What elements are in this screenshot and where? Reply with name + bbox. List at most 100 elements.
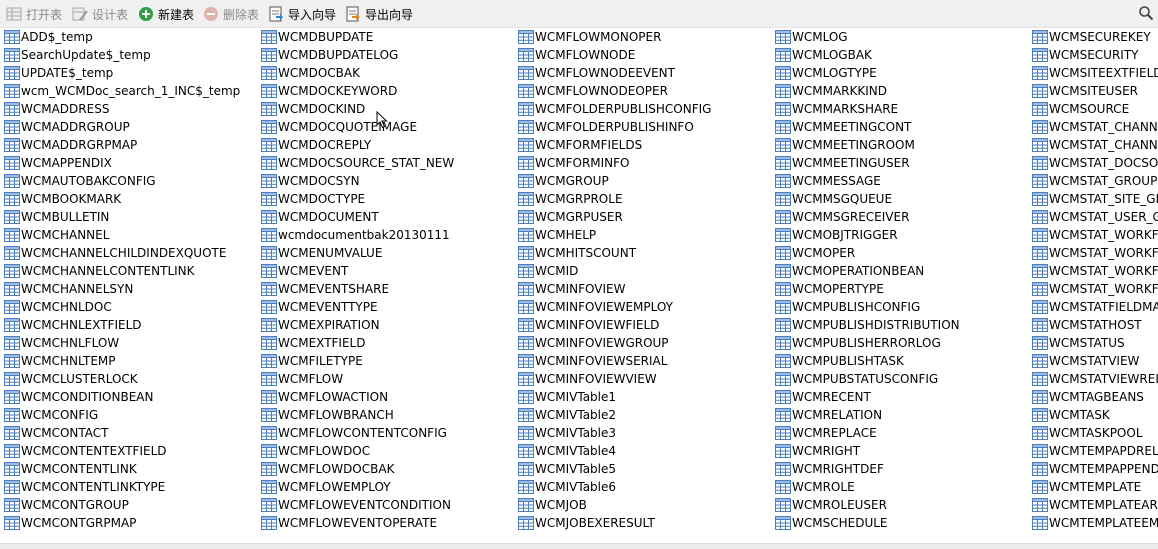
table-list-item[interactable]: WCMPUBLISHDISTRIBUTION — [771, 316, 960, 334]
design-table-button[interactable]: 设计表 — [72, 5, 128, 23]
table-list-item[interactable]: WCMCONTENTLINKTYPE — [0, 478, 165, 496]
table-list-item[interactable]: WCMENUMVALUE — [257, 244, 382, 262]
table-list-item[interactable]: WCMCHANNELCHILDINDEXQUOTE — [0, 244, 226, 262]
table-list-item[interactable]: WCMPUBSTATUSCONFIG — [771, 370, 938, 388]
table-list-item[interactable]: WCMINFOVIEWGROUP — [514, 334, 669, 352]
table-list-item[interactable]: WCMAUTOBAKCONFIG — [0, 172, 156, 190]
table-list-item[interactable]: wcm_WCMDoc_search_1_INC$_temp — [0, 82, 240, 100]
table-list-item[interactable]: WCMSTAT_CHANN — [1028, 118, 1158, 136]
table-list-item[interactable]: WCMMSGRECEIVER — [771, 208, 909, 226]
table-list-item[interactable]: WCMEXTFIELD — [257, 334, 365, 352]
table-list-item[interactable]: WCMDOCSOURCE_STAT_NEW — [257, 154, 454, 172]
table-list-item[interactable]: WCMMEETINGROOM — [771, 136, 915, 154]
table-list-item[interactable]: WCMSITEEXTFIELD — [1028, 64, 1158, 82]
table-list-item[interactable]: WCMDOCTYPE — [257, 190, 365, 208]
table-list-item[interactable]: WCMFLOW — [257, 370, 343, 388]
table-list-item[interactable]: WCMCONTGROUP — [0, 496, 129, 514]
table-list-item[interactable]: WCMFORMINFO — [514, 154, 630, 172]
table-list-item[interactable]: WCMCONTENTEXTFIELD — [0, 442, 167, 460]
table-list-item[interactable]: WCMCHNLTEMP — [0, 352, 116, 370]
table-list-item[interactable]: WCMLOG — [771, 28, 848, 46]
table-list-item[interactable]: WCMTASK — [1028, 406, 1110, 424]
table-list-item[interactable]: WCMSOURCE — [1028, 100, 1129, 118]
table-list-item[interactable]: WCMIVTable4 — [514, 442, 616, 460]
table-list-item[interactable]: WCMIVTable2 — [514, 406, 616, 424]
table-list-item[interactable]: WCMJOB — [514, 496, 587, 514]
table-list-item[interactable]: WCMROLEUSER — [771, 496, 887, 514]
table-list-item[interactable]: WCMEXPIRATION — [257, 316, 380, 334]
table-list-item[interactable]: WCMDOCUMENT — [257, 208, 379, 226]
table-list-item[interactable]: WCMFLOWNODEOPER — [514, 82, 668, 100]
table-list-item[interactable]: WCMTEMPLATEEM — [1028, 514, 1158, 532]
table-list-item[interactable]: WCMMESSAGE — [771, 172, 881, 190]
table-list-item[interactable]: WCMOPER — [771, 244, 855, 262]
table-list-item[interactable]: WCMMARKKIND — [771, 82, 887, 100]
table-list-item[interactable]: WCMINFOVIEWSERIAL — [514, 352, 667, 370]
table-list-item[interactable]: WCMHITSCOUNT — [514, 244, 636, 262]
table-list-item[interactable]: WCMJOBEXERESULT — [514, 514, 655, 532]
table-list-item[interactable]: WCMTAGBEANS — [1028, 388, 1144, 406]
table-list-item[interactable]: WCMSTAT_WORKF — [1028, 280, 1158, 298]
table-list-item[interactable]: WCMINFOVIEWEMPLOY — [514, 298, 673, 316]
table-list-item[interactable]: WCMDBUPDATELOG — [257, 46, 398, 64]
table-list-item[interactable]: WCMDOCKIND — [257, 100, 365, 118]
table-list-item[interactable]: WCMGRPROLE — [514, 190, 623, 208]
table-list-item[interactable]: WCMCHNLDOC — [0, 298, 112, 316]
table-list-item[interactable]: WCMSTAT_WORKF — [1028, 262, 1158, 280]
new-table-button[interactable]: 新建表 — [138, 5, 194, 23]
table-list-item[interactable]: WCMMSGQUEUE — [771, 190, 892, 208]
table-list-item[interactable]: WCMFOLDERPUBLISHCONFIG — [514, 100, 711, 118]
table-list-item[interactable]: WCMIVTable5 — [514, 460, 616, 478]
table-list-item[interactable]: WCMSTAT_GROUP — [1028, 172, 1157, 190]
table-list-item[interactable]: WCMCONTENTLINK — [0, 460, 137, 478]
table-list-item[interactable]: WCMOBJTRIGGER — [771, 226, 898, 244]
table-list-item[interactable]: WCMSTAT_CHANN — [1028, 136, 1158, 154]
table-list-item[interactable]: WCMADDRGROUP — [0, 118, 130, 136]
table-list-item[interactable]: WCMAPPENDIX — [0, 154, 112, 172]
table-list-item[interactable]: WCMGROUP — [514, 172, 609, 190]
table-list-item[interactable]: WCMCONTACT — [0, 424, 109, 442]
table-list-item[interactable]: WCMCHANNELCONTENTLINK — [0, 262, 195, 280]
table-list-item[interactable]: WCMINFOVIEWVIEW — [514, 370, 657, 388]
table-list-item[interactable]: WCMDOCKEYWORD — [257, 82, 397, 100]
table-list-item[interactable]: WCMGRPUSER — [514, 208, 623, 226]
table-list-item[interactable]: WCMFLOWNODEEVENT — [514, 64, 675, 82]
table-list-item[interactable]: WCMFLOWDOCBAK — [257, 460, 394, 478]
open-table-button[interactable]: 打开表 — [6, 5, 62, 23]
table-list-item[interactable]: WCMMARKSHARE — [771, 100, 898, 118]
table-list-item[interactable]: WCMSTATUS — [1028, 334, 1125, 352]
table-list-item[interactable]: WCMDOCBAK — [257, 64, 360, 82]
table-list-item[interactable]: SearchUpdate$_temp — [0, 46, 151, 64]
import-wizard-button[interactable]: 导入向导 — [268, 5, 336, 23]
table-list-item[interactable]: WCMSTATFIELDMA — [1028, 298, 1158, 316]
table-list-item[interactable]: WCMADDRESS — [0, 100, 109, 118]
table-list-item[interactable]: WCMFORMFIELDS — [514, 136, 642, 154]
table-list-item[interactable]: WCMMEETINGUSER — [771, 154, 910, 172]
table-list-item[interactable]: WCMCHNLFLOW — [0, 334, 119, 352]
table-list-item[interactable]: WCMFLOWBRANCH — [257, 406, 394, 424]
table-list-item[interactable]: WCMHELP — [514, 226, 596, 244]
table-list-item[interactable]: WCMSCHEDULE — [771, 514, 888, 532]
table-list-item[interactable]: WCMEVENTSHARE — [257, 280, 389, 298]
table-list-item[interactable]: WCMOPERATIONBEAN — [771, 262, 924, 280]
table-list-item[interactable]: WCMSTAT_DOCSO — [1028, 154, 1158, 172]
table-list-item[interactable]: WCMLOGTYPE — [771, 64, 877, 82]
table-list-item[interactable]: WCMTEMPLATEAR — [1028, 496, 1158, 514]
table-list-item[interactable]: WCMFLOWEVENTCONDITION — [257, 496, 451, 514]
table-list-item[interactable]: WCMTEMPAPDREL — [1028, 442, 1158, 460]
table-list-item[interactable]: wcmdocumentbak20130111 — [257, 226, 450, 244]
table-list-item[interactable]: WCMCONFIG — [0, 406, 98, 424]
table-list-item[interactable]: WCMLOGBAK — [771, 46, 872, 64]
table-list-item[interactable]: WCMDOCQUOTEIMAGE — [257, 118, 417, 136]
export-wizard-button[interactable]: 导出向导 — [345, 5, 413, 23]
table-list-item[interactable]: WCMSECURITY — [1028, 46, 1139, 64]
table-list-item[interactable]: WCMTASKPOOL — [1028, 424, 1143, 442]
table-list-item[interactable]: WCMPUBLISHERRORLOG — [771, 334, 941, 352]
table-list-item[interactable]: WCMIVTable3 — [514, 424, 616, 442]
table-list-item[interactable]: WCMRECENT — [771, 388, 871, 406]
table-list-item[interactable]: WCMFLOWCONTENTCONFIG — [257, 424, 447, 442]
table-list-item[interactable]: WCMEVENTTYPE — [257, 298, 378, 316]
table-list-item[interactable]: WCMRIGHTDEF — [771, 460, 884, 478]
table-list-item[interactable]: UPDATE$_temp — [0, 64, 113, 82]
table-list-item[interactable]: WCMROLE — [771, 478, 855, 496]
